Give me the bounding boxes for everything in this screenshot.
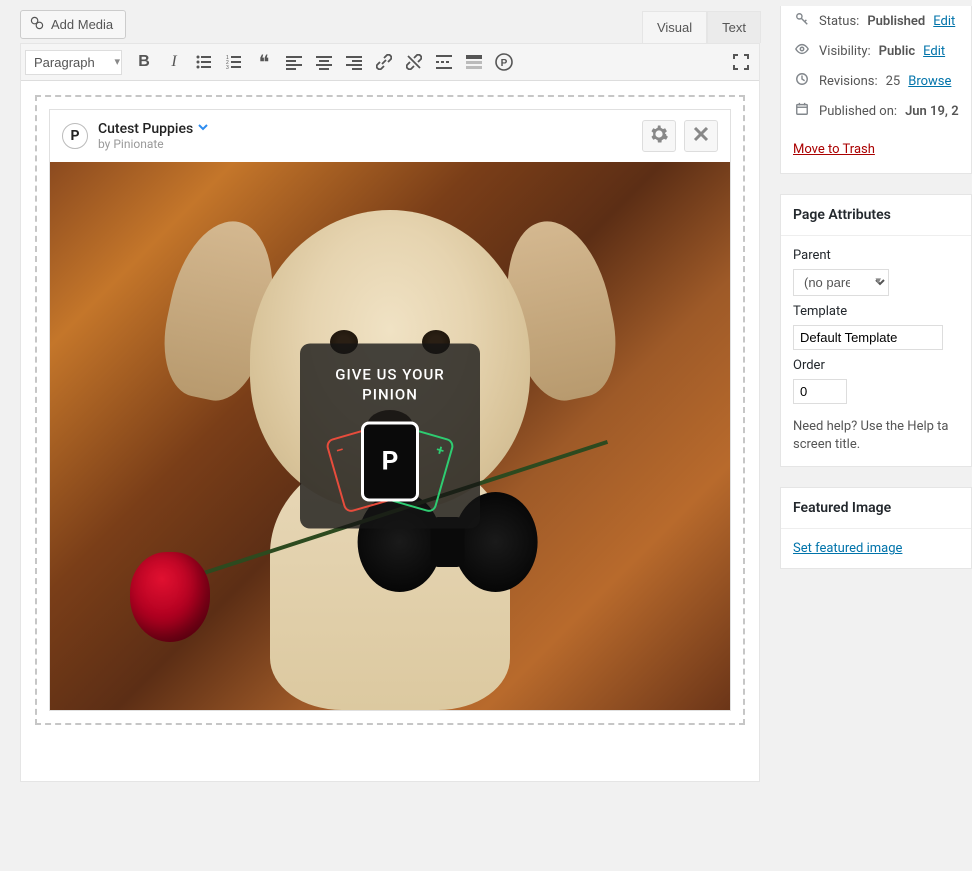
fullscreen-button[interactable]	[727, 48, 755, 76]
embed-title-text: Cutest Puppies	[98, 121, 193, 137]
publish-box: Status: Published Edit Visibility: Publi…	[780, 6, 972, 174]
embed-block[interactable]: P Cutest Puppies by Pinionate	[35, 95, 745, 725]
status-row: Status: Published Edit	[781, 6, 971, 36]
visibility-row: Visibility: Public Edit	[781, 36, 971, 66]
align-right-button[interactable]	[340, 48, 368, 76]
align-center-button[interactable]	[310, 48, 338, 76]
calendar-icon	[793, 102, 811, 120]
add-media-button[interactable]: Add Media	[20, 10, 126, 39]
published-on-label: Published on:	[819, 104, 897, 119]
embed-author: by Pinionate	[98, 137, 209, 151]
visibility-label: Visibility:	[819, 44, 871, 59]
align-left-button[interactable]	[280, 48, 308, 76]
template-select[interactable]	[793, 325, 943, 350]
revisions-browse-link[interactable]: Browse	[908, 74, 951, 89]
visibility-edit-link[interactable]: Edit	[923, 44, 945, 59]
embed-settings-button[interactable]	[642, 120, 676, 152]
set-featured-image-link[interactable]: Set featured image	[793, 541, 902, 556]
order-label: Order	[793, 358, 959, 373]
editor-mode-tabs: Visual Text	[20, 11, 761, 43]
status-label: Status:	[819, 14, 859, 29]
plus-icon: +	[434, 442, 446, 459]
pinionate-logo-icon: P	[62, 123, 88, 149]
editor-container: Paragraph B I 123 ❝	[20, 43, 760, 782]
toolbar-toggle-button[interactable]	[460, 48, 488, 76]
read-more-button[interactable]	[430, 48, 458, 76]
media-icon	[29, 15, 45, 34]
parent-label: Parent	[793, 248, 959, 263]
help-text: Need help? Use the Help ta screen title.	[793, 418, 959, 454]
svg-text:3: 3	[226, 65, 229, 70]
tab-text[interactable]: Text	[707, 11, 761, 43]
page-attributes-box: Page Attributes Parent (no parent) Templ…	[780, 194, 972, 467]
key-icon	[793, 12, 811, 30]
svg-text:P: P	[501, 58, 508, 69]
editor-body[interactable]: P Cutest Puppies by Pinionate	[21, 81, 759, 781]
unlink-button[interactable]	[400, 48, 428, 76]
close-icon	[693, 126, 709, 147]
editor-toolbar: Paragraph B I 123 ❝	[21, 44, 759, 81]
add-media-label: Add Media	[51, 17, 113, 32]
template-label: Template	[793, 304, 959, 319]
revisions-value: 25	[886, 74, 901, 89]
embed-inner: P Cutest Puppies by Pinionate	[49, 109, 731, 711]
card-center[interactable]: P	[361, 422, 419, 502]
blockquote-button[interactable]: ❝	[250, 48, 278, 76]
pinion-cards: − + P	[316, 419, 464, 505]
embed-image: GIVE US YOUR PINION − + P	[50, 162, 730, 710]
overlay-title: GIVE US YOUR PINION	[316, 366, 464, 405]
status-value: Published	[867, 14, 925, 29]
embed-title: Cutest Puppies	[98, 121, 209, 137]
minus-icon: −	[334, 442, 346, 460]
pinion-overlay[interactable]: GIVE US YOUR PINION − + P	[300, 344, 480, 529]
editor-main-column: Add Media Visual Text Paragraph B I	[0, 0, 780, 871]
p-icon: P	[382, 447, 399, 477]
published-on-value: Jun 19, 2	[905, 104, 959, 119]
order-input[interactable]	[793, 379, 847, 404]
revisions-row: Revisions: 25 Browse	[781, 66, 971, 96]
bold-button[interactable]: B	[130, 48, 158, 76]
eye-icon	[793, 42, 811, 60]
embed-remove-button[interactable]	[684, 120, 718, 152]
sidebar: Status: Published Edit Visibility: Publi…	[780, 0, 972, 871]
move-to-trash-link[interactable]: Move to Trash	[781, 126, 887, 167]
italic-button[interactable]: I	[160, 48, 188, 76]
embed-header: P Cutest Puppies by Pinionate	[50, 110, 730, 162]
featured-image-box: Featured Image Set featured image	[780, 487, 972, 569]
chevron-down-icon	[197, 121, 209, 137]
published-on-row: Published on: Jun 19, 2	[781, 96, 971, 126]
featured-image-title: Featured Image	[781, 488, 971, 529]
page-attributes-title: Page Attributes	[781, 195, 971, 236]
pinionate-button[interactable]: P	[490, 48, 518, 76]
parent-select[interactable]: (no parent)	[793, 269, 889, 296]
link-button[interactable]	[370, 48, 398, 76]
revisions-icon	[793, 72, 811, 90]
visibility-value: Public	[879, 44, 915, 59]
format-select[interactable]: Paragraph	[25, 50, 122, 75]
status-edit-link[interactable]: Edit	[933, 14, 955, 29]
gear-icon	[650, 125, 668, 148]
revisions-label: Revisions:	[819, 74, 878, 89]
numbered-list-button[interactable]: 123	[220, 48, 248, 76]
tab-visual[interactable]: Visual	[642, 11, 707, 43]
bullet-list-button[interactable]	[190, 48, 218, 76]
